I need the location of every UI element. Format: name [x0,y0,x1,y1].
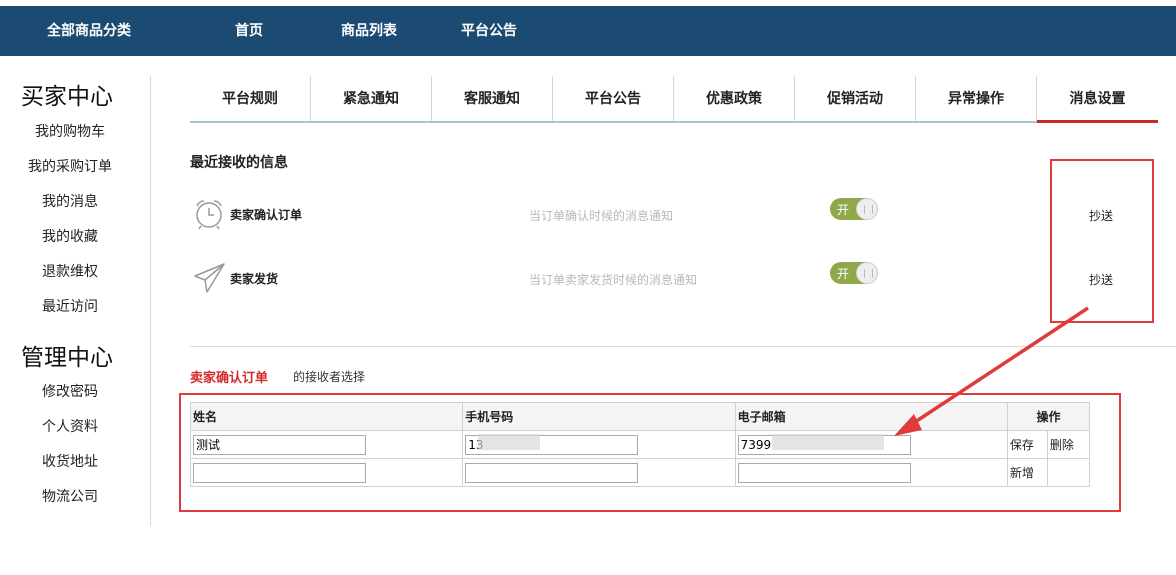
sidebar-item-favorites[interactable]: 我的收藏 [0,226,140,246]
nav-home[interactable]: 首页 [235,6,263,56]
sidebar-divider [150,76,151,526]
toggle-label: 开 [837,203,850,217]
tab-urgent-notice[interactable]: 紧急通知 [311,76,432,122]
tab-abnormal-ops[interactable]: 异常操作 [916,76,1037,122]
tab-service-notice[interactable]: 客服通知 [432,76,553,122]
message-name: 卖家确认订单 [230,208,303,222]
notify-toggle[interactable]: 开 [830,262,878,284]
buyer-center-title: 买家中心 [21,84,113,110]
tab-bar: 平台规则 紧急通知 客服通知 平台公告 优惠政策 促销活动 异常操作 消息设置 [190,76,1158,122]
toggle-label: 开 [837,267,850,281]
toggle-knob [856,262,878,284]
nav-product-list[interactable]: 商品列表 [341,6,397,56]
tab-message-settings[interactable]: 消息设置 [1037,76,1158,122]
section-title: 最近接收的信息 [190,155,288,171]
sidebar-item-refunds[interactable]: 退款维权 [0,261,140,281]
message-description: 当订单卖家发货时候的消息通知 [529,273,698,287]
sidebar-item-cart[interactable]: 我的购物车 [0,121,140,141]
sidebar-item-address[interactable]: 收货地址 [0,451,140,471]
nav-all-categories[interactable]: 全部商品分类 [47,6,131,56]
tab-underline [190,121,1158,123]
top-nav: 全部商品分类 首页 商品列表 平台公告 [0,6,1176,56]
message-name: 卖家发货 [230,272,279,286]
receiver-section-title: 卖家确认订单 [190,371,269,386]
tab-platform-announcement[interactable]: 平台公告 [553,76,674,122]
toggle-knob [856,198,878,220]
alarm-clock-icon [196,200,222,230]
admin-center-title: 管理中心 [21,345,113,371]
tab-discount-policy[interactable]: 优惠政策 [674,76,795,122]
paper-plane-icon [194,263,225,293]
receiver-section-subtitle: 的接收者选择 [293,370,366,384]
tab-promotions[interactable]: 促销活动 [795,76,916,122]
tab-platform-rules[interactable]: 平台规则 [190,76,311,122]
sidebar-item-logistics[interactable]: 物流公司 [0,486,140,506]
notify-toggle[interactable]: 开 [830,198,878,220]
sidebar-item-purchase-orders[interactable]: 我的采购订单 [0,156,140,176]
sidebar-item-messages[interactable]: 我的消息 [0,191,140,211]
sidebar-item-recent[interactable]: 最近访问 [0,296,140,316]
highlight-box [1050,159,1154,323]
sidebar-item-password[interactable]: 修改密码 [0,381,140,401]
sidebar-item-profile[interactable]: 个人资料 [0,416,140,436]
message-description: 当订单确认时候的消息通知 [529,209,674,223]
active-tab-indicator [1037,120,1158,123]
annotation-arrow [894,306,1089,436]
nav-announcement[interactable]: 平台公告 [461,6,517,56]
